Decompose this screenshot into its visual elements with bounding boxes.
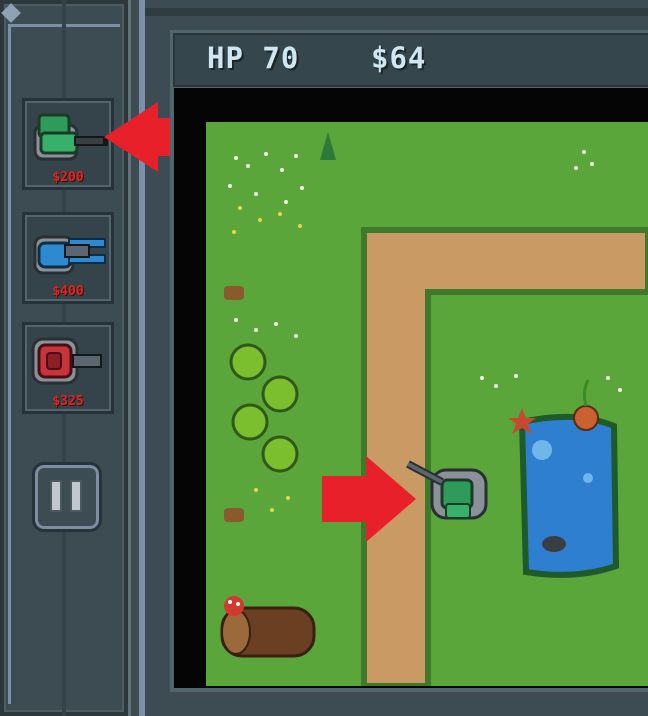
terrain-layer [196,110,648,686]
game-map[interactable] [196,110,648,686]
pause-button[interactable] [32,462,102,532]
shop-slot-blue-turret[interactable]: $400 [22,212,114,304]
shop-price-blue: $400 [52,284,84,299]
frame-topbar [145,8,648,16]
hp-counter: HP 70 [207,41,300,75]
shop-price-green: $200 [52,170,84,185]
money-counter: $64 [371,41,427,75]
pause-icon [50,480,82,512]
shop-price-red: $325 [52,394,84,409]
frame-rail [8,24,11,704]
frame-corner-ornament [1,3,21,23]
arrow-right-indicator [322,456,416,542]
hud-bar: HP 70 $64 [170,30,648,90]
shop-slot-red-turret[interactable]: $325 [22,322,114,414]
